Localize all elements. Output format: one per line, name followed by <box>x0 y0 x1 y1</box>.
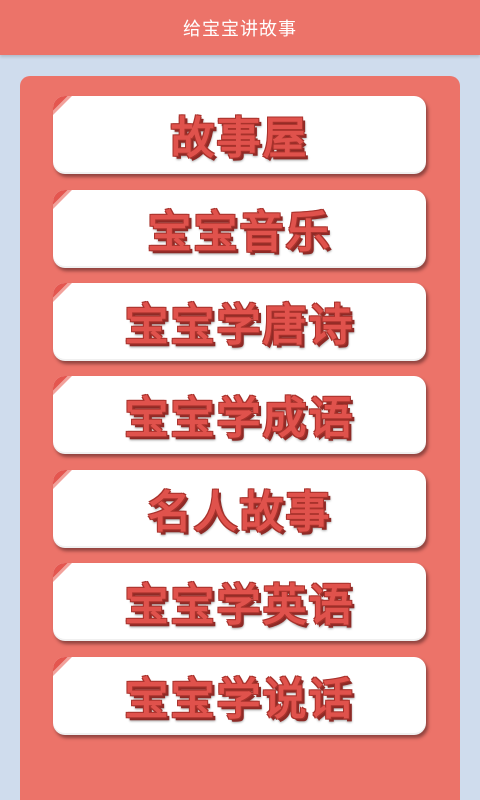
corner-ribbon-icon <box>53 376 113 397</box>
menu-button-idioms[interactable]: 宝宝学成语 <box>53 376 426 454</box>
menu-button-famous-stories[interactable]: 名人故事 <box>53 470 426 548</box>
corner-ribbon-icon <box>53 190 113 211</box>
menu-button-baby-music[interactable]: 宝宝音乐 <box>53 190 426 268</box>
corner-ribbon-icon <box>53 283 113 304</box>
corner-ribbon-icon <box>53 563 113 584</box>
menu-panel: 故事屋 宝宝音乐 宝宝学唐诗 宝宝学成语 名人故事 宝宝学英语 宝宝学说话 <box>20 76 460 800</box>
menu-button-label: 名人故事 <box>147 487 332 538</box>
menu-button-label: 宝宝学英语 <box>124 580 355 631</box>
menu-button-english[interactable]: 宝宝学英语 <box>53 563 426 641</box>
menu-button-label: 宝宝学成语 <box>124 393 355 444</box>
app-screen: 给宝宝讲故事 故事屋 宝宝音乐 宝宝学唐诗 宝宝学成语 名人故事 宝宝学英语 宝… <box>0 0 480 800</box>
corner-ribbon-icon <box>53 96 113 117</box>
menu-button-label: 故事屋 <box>170 113 309 164</box>
menu-button-label: 宝宝音乐 <box>147 207 332 258</box>
menu-button-tang-poems[interactable]: 宝宝学唐诗 <box>53 283 426 361</box>
menu-button-story-house[interactable]: 故事屋 <box>53 96 426 174</box>
menu-button-label: 宝宝学唐诗 <box>124 300 355 351</box>
app-title: 给宝宝讲故事 <box>183 18 297 40</box>
corner-ribbon-icon <box>53 470 113 491</box>
menu-button-speaking[interactable]: 宝宝学说话 <box>53 657 426 735</box>
title-bar: 给宝宝讲故事 <box>0 0 480 55</box>
corner-ribbon-icon <box>53 657 113 678</box>
menu-button-label: 宝宝学说话 <box>124 674 355 725</box>
